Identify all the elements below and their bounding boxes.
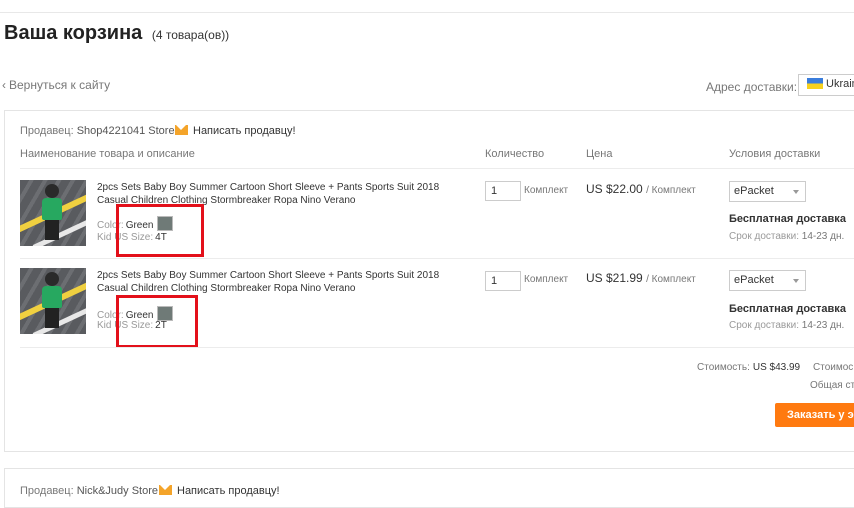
price-value: US $22.00 <box>586 182 643 196</box>
cost-label: Стоимость: <box>697 362 750 373</box>
quantity-unit: Комплект <box>524 274 569 285</box>
seller-label: Продавец: <box>20 125 74 137</box>
product-thumbnail[interactable] <box>20 268 86 334</box>
price-value: US $21.99 <box>586 271 643 285</box>
chevron-left-icon: ‹ <box>2 78 6 92</box>
shipping-method-select[interactable]: ePacket <box>729 270 806 291</box>
row-divider <box>20 258 854 259</box>
delivery-time: Срок доставки: 14-23 дн. <box>729 231 844 242</box>
shipping-method-value: ePacket <box>734 185 774 197</box>
highlight-box <box>116 295 198 348</box>
price-per-unit: / Комплект <box>646 274 696 285</box>
product-thumbnail[interactable] <box>20 180 86 246</box>
order-from-seller-button[interactable]: Заказать у э <box>775 403 854 427</box>
chevron-down-icon <box>793 190 799 194</box>
delivery-label: Срок доставки: <box>729 320 799 331</box>
delivery-value: 14-23 дн. <box>801 231 845 242</box>
free-shipping-label: Бесплатная доставка <box>729 303 846 315</box>
seller-label: Продавец: <box>20 485 74 497</box>
price-per-unit: / Комплект <box>646 185 696 196</box>
back-link-label: Вернуться к сайту <box>9 78 111 92</box>
message-seller-label: Написать продавцу! <box>177 485 280 497</box>
seller-name-link[interactable]: Nick&Judy Store <box>77 485 158 497</box>
column-header-shipping: Условия доставки <box>729 148 821 160</box>
quantity-unit: Комплект <box>524 185 569 196</box>
column-header-price: Цена <box>586 148 613 160</box>
row-divider <box>20 168 854 169</box>
quantity-input[interactable] <box>485 181 521 201</box>
shipping-method-select[interactable]: ePacket <box>729 181 806 202</box>
seller-info: Продавец: Nick&Judy Store <box>20 485 158 497</box>
column-header-product: Наименование товара и описание <box>20 148 195 160</box>
page-title: Ваша корзина (4 товара(ов)) <box>4 22 229 45</box>
ukraine-flag-icon <box>807 78 823 89</box>
cart-item-count: (4 товара(ов)) <box>151 28 230 42</box>
chevron-down-icon <box>793 279 799 283</box>
total-label: Общая ст <box>810 380 854 391</box>
cart-title-text: Ваша корзина <box>4 22 143 44</box>
item-price: US $21.99 / Комплект <box>586 271 696 285</box>
product-name-link[interactable]: 2pcs Sets Baby Boy Summer Cartoon Short … <box>97 269 457 295</box>
quantity-input[interactable] <box>485 271 521 291</box>
message-seller-link[interactable]: Написать продавцу! <box>159 485 280 497</box>
seller-name-link[interactable]: Shop4221041 Store <box>77 125 175 137</box>
store-cost: Стоимость: US $43.99 <box>697 362 800 373</box>
item-price: US $22.00 / Комплект <box>586 182 696 196</box>
highlight-box <box>116 204 204 257</box>
top-divider <box>0 12 854 13</box>
delivery-label: Срок доставки: <box>729 231 799 242</box>
row-divider <box>20 347 854 348</box>
back-to-site-link[interactable]: ‹ Вернуться к сайту <box>2 78 110 92</box>
shipping-method-value: ePacket <box>734 274 774 286</box>
envelope-icon <box>159 485 172 495</box>
shipping-cost-label: Стоимос <box>813 362 854 373</box>
message-seller-link[interactable]: Написать продавцу! <box>175 125 296 137</box>
cost-value: US $43.99 <box>752 362 801 373</box>
shipping-country-select[interactable]: Ukraine <box>798 74 854 96</box>
shipping-country-value: Ukraine <box>826 78 854 90</box>
message-seller-label: Написать продавцу! <box>193 125 296 137</box>
envelope-icon <box>175 125 188 135</box>
column-header-quantity: Количество <box>485 148 545 160</box>
delivery-value: 14-23 дн. <box>801 320 845 331</box>
shipping-address-label: Адрес доставки: <box>706 80 798 94</box>
delivery-time: Срок доставки: 14-23 дн. <box>729 320 844 331</box>
free-shipping-label: Бесплатная доставка <box>729 213 846 225</box>
seller-info: Продавец: Shop4221041 Store <box>20 125 175 137</box>
